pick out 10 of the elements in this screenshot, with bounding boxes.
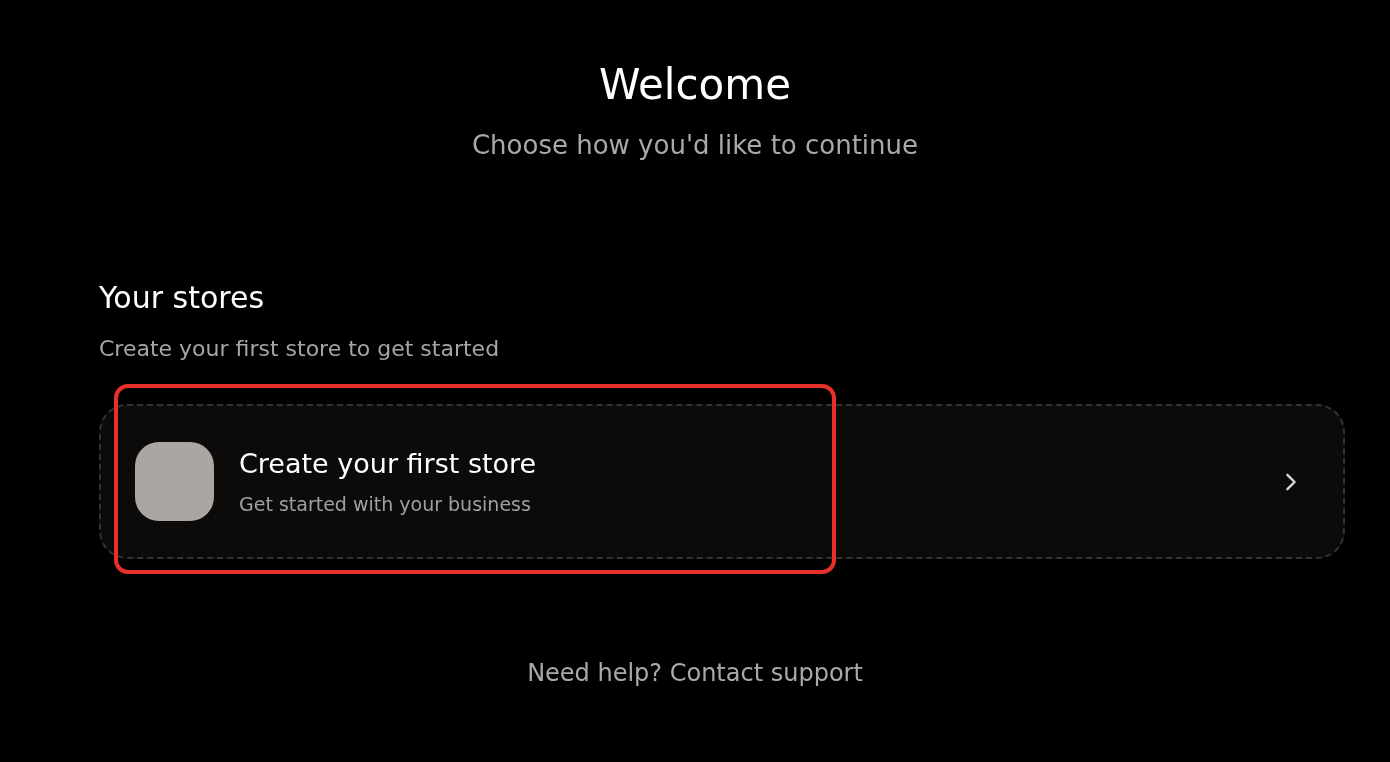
section-description: Create your first store to get started [99,335,501,363]
page-subtitle: Choose how you'd like to continue [471,129,919,162]
card-title: Create your first store [239,446,537,481]
help-link[interactable]: Need help? Contact support [527,659,863,687]
store-placeholder-icon [135,442,214,521]
chevron-right-icon [1285,471,1297,492]
page-title: Welcome [598,59,792,111]
card-subtitle: Get started with your business [239,491,532,517]
create-store-card[interactable]: Create your first store Get started with your business [99,404,1345,559]
section-heading: Your stores [99,279,266,317]
